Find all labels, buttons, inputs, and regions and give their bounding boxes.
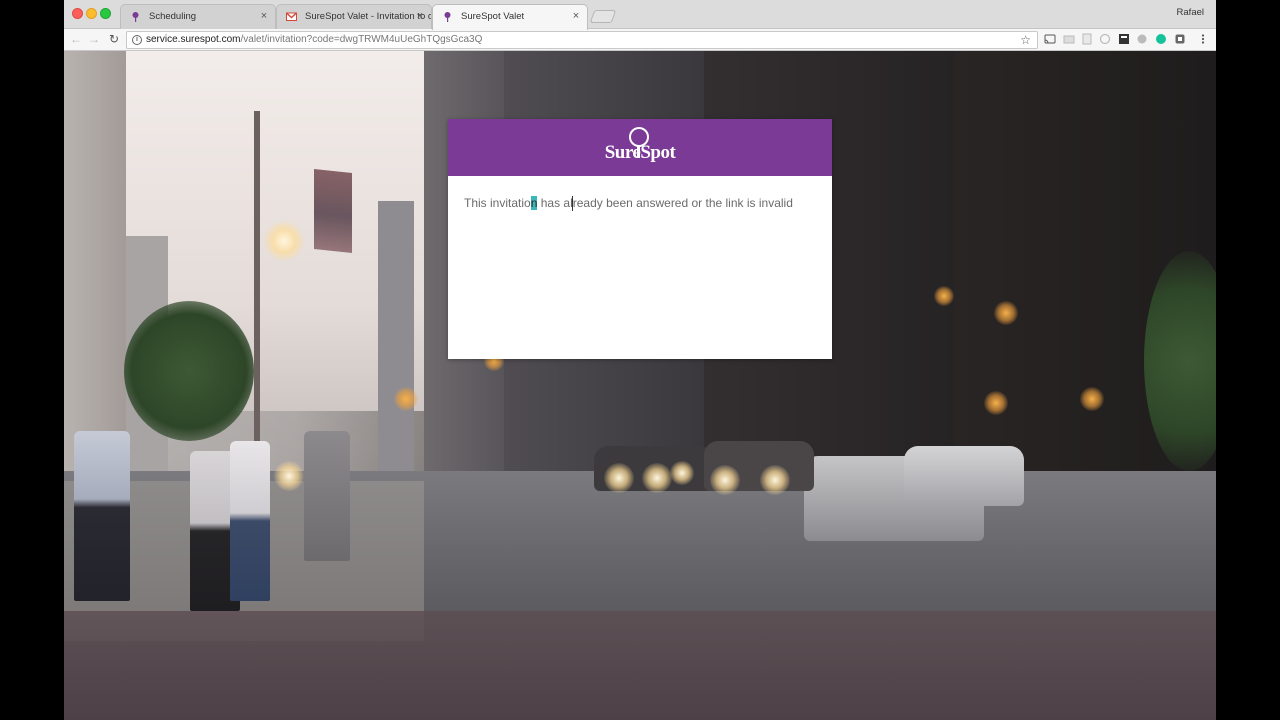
headlight xyxy=(642,463,672,493)
site-info-icon[interactable]: i xyxy=(132,35,142,45)
tab-close-icon[interactable]: × xyxy=(570,5,582,28)
headlight xyxy=(760,465,790,495)
message-text-start: This invitatio xyxy=(464,196,531,210)
cast-icon[interactable] xyxy=(1044,33,1056,45)
extension-blank-icon[interactable] xyxy=(1063,33,1075,45)
url-text[interactable]: service.surespot.com/valet/invitation?co… xyxy=(146,34,482,45)
headlight xyxy=(710,465,740,495)
text-cursor xyxy=(572,196,573,211)
profile-name[interactable]: Rafael xyxy=(1177,7,1204,18)
maximize-window-button[interactable] xyxy=(100,8,111,19)
tab-close-icon[interactable]: × xyxy=(258,5,270,28)
message-text-end: has already been answered or the link is… xyxy=(537,196,793,210)
close-window-button[interactable] xyxy=(72,8,83,19)
extension-settings-icon[interactable] xyxy=(1136,33,1148,45)
gmail-icon xyxy=(286,12,297,21)
surespot-logo[interactable]: SureSpot xyxy=(598,125,682,171)
toolbar: ← → ↻ i service.surespot.com/valet/invit… xyxy=(64,29,1216,51)
street-light xyxy=(264,221,304,261)
logo-text: SureSpot xyxy=(604,142,676,163)
flag xyxy=(314,169,352,253)
tab-close-icon[interactable]: × xyxy=(414,5,426,28)
browser-window: Scheduling × SureSpot Valet - Invitation… xyxy=(64,0,1216,720)
street-pole xyxy=(254,111,260,471)
forward-icon[interactable]: → xyxy=(86,31,102,47)
pedestrian xyxy=(230,441,270,601)
extension-circle-icon[interactable] xyxy=(1099,33,1111,45)
tree xyxy=(124,301,254,441)
page-viewport: SureSpot This invitation has already bee… xyxy=(64,51,1216,720)
background-building xyxy=(378,201,414,491)
url-path: /valet/invitation?code=dwgTRWM4uUeGhTQgs… xyxy=(240,34,483,45)
bokeh-light xyxy=(994,301,1018,325)
bokeh-light xyxy=(984,391,1008,415)
extension-grammarly-icon[interactable] xyxy=(1155,33,1167,45)
minimize-window-button[interactable] xyxy=(86,8,97,19)
tab-surespot-valet[interactable]: SureSpot Valet × xyxy=(432,4,588,30)
tab-bar: Scheduling × SureSpot Valet - Invitation… xyxy=(64,0,1216,30)
brick-crosswalk xyxy=(64,611,1216,720)
bokeh-light xyxy=(1080,387,1104,411)
extension-shield-icon[interactable] xyxy=(1174,33,1186,45)
extension-doc-icon[interactable] xyxy=(1081,33,1093,45)
reload-icon[interactable]: ↻ xyxy=(106,31,122,47)
trash-bin xyxy=(304,431,350,561)
background-building xyxy=(64,51,126,471)
car xyxy=(904,446,1024,506)
back-icon[interactable]: ← xyxy=(68,31,84,47)
headlight xyxy=(670,461,694,485)
bookmark-star-icon[interactable]: ☆ xyxy=(1020,32,1031,48)
menu-kebab-icon[interactable] xyxy=(1197,33,1209,45)
pin-icon xyxy=(132,12,139,22)
bokeh-light xyxy=(394,387,418,411)
pedestrian xyxy=(74,431,130,601)
tab-title: Scheduling xyxy=(149,11,197,22)
address-bar[interactable]: i service.surespot.com/valet/invitation?… xyxy=(126,31,1038,49)
headlight xyxy=(604,463,634,493)
tab-scheduling[interactable]: Scheduling × xyxy=(120,4,276,29)
tab-title: SureSpot Valet - Invitation to c xyxy=(305,11,432,22)
tab-gmail-invitation[interactable]: SureSpot Valet - Invitation to c × xyxy=(276,4,432,29)
extension-grid-icon[interactable] xyxy=(1118,33,1130,45)
url-host: service.surespot.com xyxy=(146,34,241,45)
pin-icon xyxy=(444,12,451,22)
invitation-message: This invitation has already been answere… xyxy=(464,196,824,210)
street-light xyxy=(274,461,304,491)
bokeh-light xyxy=(934,286,954,306)
invitation-card: SureSpot This invitation has already bee… xyxy=(448,119,832,359)
card-header: SureSpot xyxy=(448,119,832,176)
tab-title: SureSpot Valet xyxy=(461,11,525,22)
new-tab-button[interactable] xyxy=(589,10,617,23)
